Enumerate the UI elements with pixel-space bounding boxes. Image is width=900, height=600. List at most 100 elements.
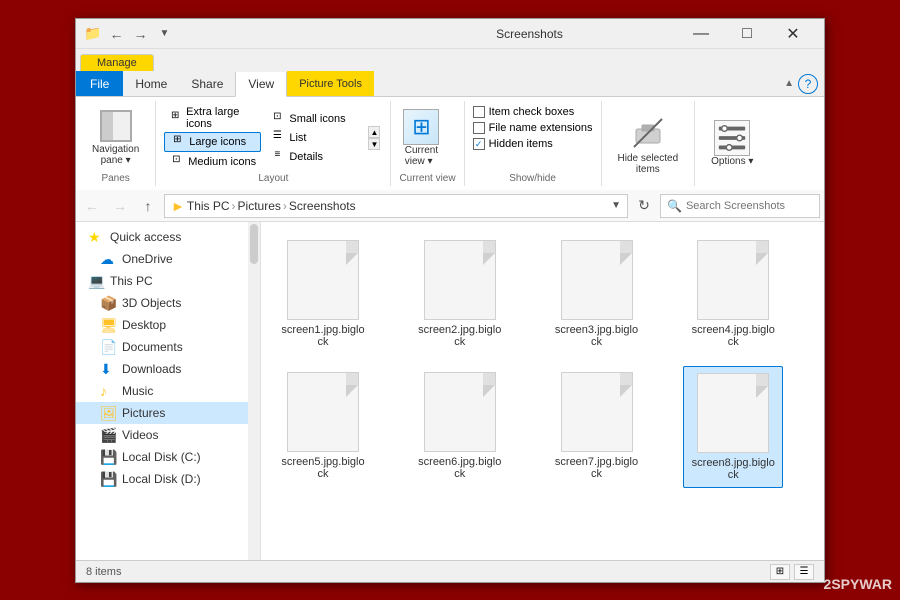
nav-pane-label: Navigationpane ▾ — [92, 144, 139, 166]
documents-label: Documents — [122, 340, 183, 354]
file-item-4[interactable]: screen4.jpg.biglock — [683, 234, 783, 354]
back-button[interactable]: ← — [80, 194, 104, 218]
tab-share[interactable]: Share — [179, 71, 235, 96]
path-dropdown-button[interactable]: ▼ — [611, 200, 621, 211]
options-group: Options ▾ — [695, 101, 769, 186]
sidebar-scrollbar-track — [248, 222, 260, 560]
this-pc-label: This PC — [110, 274, 153, 288]
file-item-2[interactable]: screen2.jpg.biglock — [410, 234, 510, 354]
local-disk-c-icon: 💾 — [100, 449, 116, 465]
file-name: screen6.jpg.biglock — [416, 456, 504, 480]
options-content: Options ▾ — [703, 101, 761, 182]
tab-file[interactable]: File — [76, 71, 123, 96]
address-path[interactable]: ► This PC › Pictures › Screenshots ▼ — [164, 194, 628, 218]
options-group-label — [703, 182, 761, 186]
item-count: 8 items — [86, 566, 121, 578]
sidebar-item-3d-objects[interactable]: 📦 3D Objects — [76, 292, 260, 314]
quick-access-label: Quick access — [110, 230, 181, 244]
maximize-button[interactable]: □ — [724, 19, 770, 49]
tab-home[interactable]: Home — [123, 71, 179, 96]
file-item-7[interactable]: screen7.jpg.biglock — [547, 366, 647, 488]
layout-medium[interactable]: ⊡ Medium icons — [164, 153, 261, 171]
sidebar-item-desktop[interactable]: 🖥 Desktop — [76, 314, 260, 336]
layout-extra-large[interactable]: ⊞ Extra large icons — [164, 105, 261, 131]
file-item-1[interactable]: screen1.jpg.biglock — [273, 234, 373, 354]
sidebar-scrollbar-thumb[interactable] — [250, 224, 258, 264]
layout-small[interactable]: ⊡ Small icons — [265, 110, 362, 128]
path-sep-1: › — [232, 199, 236, 213]
hidden-items-toggle[interactable]: ✓ Hidden items — [473, 137, 553, 151]
sidebar-item-local-disk-c[interactable]: 💾 Local Disk (C:) — [76, 446, 260, 468]
current-view-button[interactable]: ⊞ Currentview ▾ — [399, 107, 443, 169]
current-view-icon: ⊞ — [403, 109, 439, 145]
minimize-button[interactable]: — — [678, 19, 724, 49]
tab-picture-tools[interactable]: Picture Tools — [287, 71, 374, 96]
sidebar-item-this-pc[interactable]: 💻 This PC — [76, 270, 260, 292]
current-view-content: ⊞ Currentview ▾ — [399, 101, 455, 171]
sidebar-item-onedrive[interactable]: ☁ OneDrive — [76, 248, 260, 270]
grid-view-button[interactable]: ⊞ — [770, 564, 790, 580]
hide-icon-svg — [628, 113, 668, 153]
ribbon-collapse-button[interactable]: ▲ — [784, 78, 794, 89]
small-icon: ⊡ — [269, 111, 285, 127]
path-screenshots[interactable]: Screenshots — [289, 199, 356, 213]
sidebar-item-pictures[interactable]: 🖼 Pictures — [76, 402, 260, 424]
layout-large[interactable]: ⊞ Large icons — [164, 132, 261, 152]
desktop-label: Desktop — [122, 318, 166, 332]
file-thumb — [287, 240, 359, 320]
refresh-button[interactable]: ↻ — [632, 194, 656, 218]
qa-dropdown-button[interactable]: ▼ — [153, 23, 175, 45]
documents-icon: 📄 — [100, 339, 116, 355]
file-thumb-fold — [620, 241, 632, 253]
address-bar: ← → ↑ ► This PC › Pictures › Screenshots… — [76, 190, 824, 222]
sidebar-item-documents[interactable]: 📄 Documents — [76, 336, 260, 358]
item-checkboxes-label: Item check boxes — [489, 106, 575, 118]
layout-expand-up[interactable]: ▲ — [368, 126, 380, 138]
redo-button[interactable]: → — [129, 23, 151, 45]
sidebar-item-local-disk-d[interactable]: 💾 Local Disk (D:) — [76, 468, 260, 490]
item-checkboxes-toggle[interactable]: Item check boxes — [473, 105, 575, 119]
medium-icon: ⊡ — [168, 154, 184, 170]
item-checkboxes-cb — [473, 106, 485, 118]
file-thumb-fold — [346, 373, 358, 385]
sidebar-item-music[interactable]: ♪ Music — [76, 380, 260, 402]
options-button[interactable]: Options ▾ — [703, 116, 761, 171]
tab-view[interactable]: View — [235, 72, 287, 97]
local-disk-d-label: Local Disk (D:) — [122, 472, 201, 486]
sidebar-item-videos[interactable]: 🎬 Videos — [76, 424, 260, 446]
medium-label: Medium icons — [188, 156, 256, 168]
sidebar-item-quick-access[interactable]: ★ Quick access — [76, 226, 260, 248]
content-area[interactable]: screen1.jpg.biglock screen2.jpg.biglock … — [261, 222, 824, 560]
sidebar-item-downloads[interactable]: ⬇ Downloads — [76, 358, 260, 380]
status-right: ⊞ ☰ — [770, 564, 814, 580]
file-item-5[interactable]: screen5.jpg.biglock — [273, 366, 373, 488]
manage-tab[interactable]: Manage — [80, 54, 154, 71]
path-pictures[interactable]: Pictures — [238, 199, 281, 213]
up-button[interactable]: ↑ — [136, 194, 160, 218]
help-button[interactable]: ? — [798, 74, 818, 94]
file-extensions-toggle[interactable]: File name extensions — [473, 121, 593, 135]
file-item-8[interactable]: screen8.jpg.biglock — [683, 366, 783, 488]
extra-large-icon: ⊞ — [168, 110, 182, 126]
file-item-3[interactable]: screen3.jpg.biglock — [547, 234, 647, 354]
search-input[interactable] — [686, 200, 828, 212]
forward-button[interactable]: → — [108, 194, 132, 218]
current-view-group-label: Current view — [399, 171, 455, 186]
file-thumb-fold — [620, 373, 632, 385]
hide-selected-button[interactable]: Hide selecteditems — [610, 109, 687, 179]
layout-group-label: Layout — [164, 171, 382, 186]
layout-list[interactable]: ☰ List — [265, 129, 362, 147]
undo-button[interactable]: ← — [105, 23, 127, 45]
layout-details[interactable]: ≡ Details — [265, 148, 362, 166]
layout-expand-down[interactable]: ▼ — [368, 138, 380, 150]
hide-selected-content: Hide selecteditems — [610, 101, 687, 182]
file-item-6[interactable]: screen6.jpg.biglock — [410, 366, 510, 488]
path-this-pc[interactable]: This PC — [187, 199, 230, 213]
showhide-group-label: Show/hide — [473, 171, 593, 186]
desktop-icon: 🖥 — [100, 317, 116, 333]
close-button[interactable]: ✕ — [770, 19, 816, 49]
window-controls: — □ ✕ — [678, 19, 816, 49]
details-view-button[interactable]: ☰ — [794, 564, 814, 580]
pictures-icon: 🖼 — [100, 405, 116, 421]
navigation-pane-button[interactable]: Navigationpane ▾ — [84, 106, 147, 170]
